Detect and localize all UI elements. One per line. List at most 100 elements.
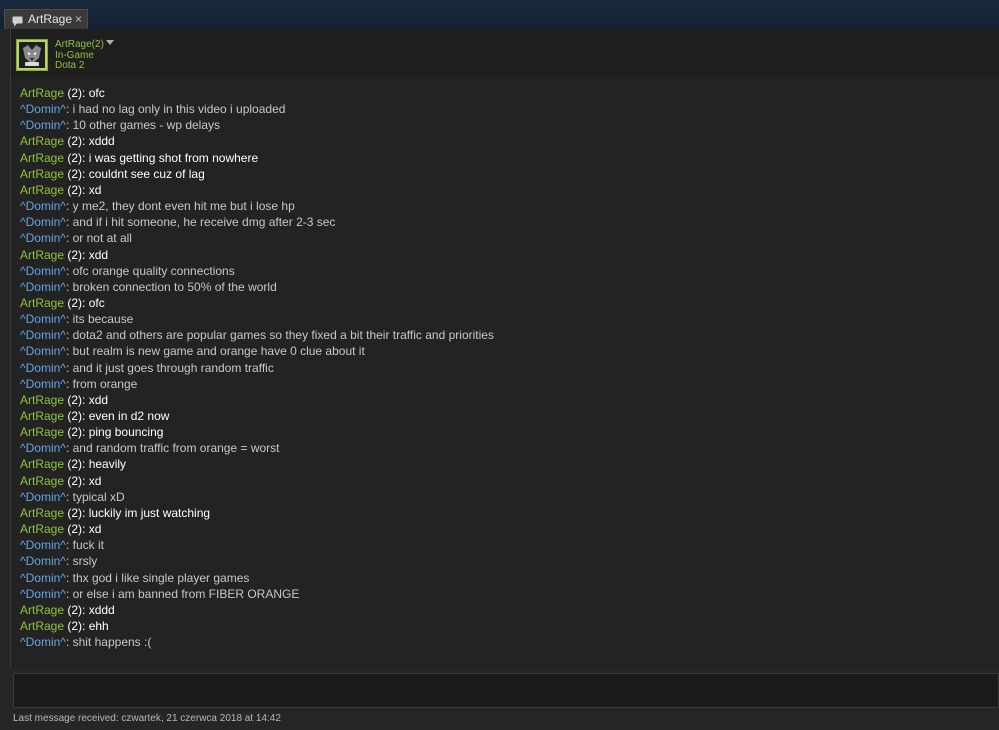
- message-sender[interactable]: ArtRage: [20, 457, 64, 471]
- message-sender[interactable]: ArtRage: [20, 393, 64, 407]
- message-text: xd: [88, 182, 102, 197]
- message-sender-suffix: (2):: [64, 618, 89, 633]
- message-text: xd: [88, 522, 102, 537]
- message-sender-suffix: :: [65, 215, 73, 230]
- chat-message: ^Domin^: 10 other games - wp delays: [20, 117, 220, 133]
- close-icon[interactable]: ×: [75, 10, 82, 28]
- chat-message: ^Domin^: and it just goes through random…: [20, 360, 274, 376]
- message-sender[interactable]: ^Domin^: [20, 118, 66, 132]
- message-sender[interactable]: ^Domin^: [20, 490, 66, 504]
- message-sender-suffix: :: [65, 586, 73, 601]
- message-sender[interactable]: ArtRage: [20, 425, 64, 439]
- chat-message: ArtRage (2): xdd: [20, 392, 108, 408]
- chat-message: ^Domin^: shit happens :(: [20, 634, 151, 650]
- chat-message: ArtRage (2): couldnt see cuz of lag: [20, 166, 205, 182]
- message-input[interactable]: [14, 674, 998, 707]
- chevron-down-icon[interactable]: [106, 40, 114, 45]
- message-sender[interactable]: ^Domin^: [20, 328, 66, 342]
- chat-bubble-icon: [12, 14, 23, 27]
- message-sender[interactable]: ^Domin^: [20, 231, 66, 245]
- message-sender-suffix: :: [65, 328, 73, 343]
- chat-message: ArtRage (2): ofc: [20, 295, 105, 311]
- message-sender-suffix: :: [65, 441, 73, 456]
- message-sender[interactable]: ArtRage: [20, 167, 64, 181]
- message-sender-suffix: (2):: [64, 166, 89, 181]
- message-sender-suffix: :: [65, 376, 73, 391]
- message-sender[interactable]: ^Domin^: [20, 571, 66, 585]
- message-sender[interactable]: ArtRage: [20, 474, 64, 488]
- message-sender[interactable]: ArtRage: [20, 183, 64, 197]
- message-sender-suffix: :: [65, 263, 73, 278]
- message-text: and it just goes through random traffic: [72, 360, 274, 375]
- message-sender[interactable]: ArtRage: [20, 151, 64, 165]
- message-text: and random traffic from orange = worst: [72, 441, 280, 456]
- message-sender-suffix: :: [65, 554, 73, 569]
- message-sender[interactable]: ArtRage: [20, 296, 64, 310]
- message-sender[interactable]: ArtRage: [20, 134, 64, 148]
- message-sender-suffix: (2):: [64, 522, 89, 537]
- message-input-box[interactable]: [13, 673, 999, 708]
- message-sender-suffix: (2):: [64, 473, 89, 488]
- chat-message: ^Domin^: thx god i like single player ga…: [20, 570, 249, 586]
- message-text: typical xD: [72, 489, 125, 504]
- message-sender-suffix: :: [65, 538, 73, 553]
- friend-header: ArtRage(2) In-Game Dota 2: [11, 29, 999, 77]
- message-sender[interactable]: ^Domin^: [20, 635, 66, 649]
- message-sender-suffix: (2):: [64, 392, 89, 407]
- message-sender-suffix: :: [65, 231, 73, 246]
- chat-message: ^Domin^: its because: [20, 311, 133, 327]
- message-text: i had no lag only in this video i upload…: [72, 102, 286, 117]
- avatar[interactable]: [16, 39, 48, 71]
- chat-log[interactable]: ArtRage (2): ofc ^Domin^: i had no lag on…: [11, 77, 999, 669]
- message-sender[interactable]: ^Domin^: [20, 280, 66, 294]
- message-text: couldnt see cuz of lag: [88, 166, 205, 181]
- chat-message: ArtRage (2): heavily: [20, 456, 126, 472]
- message-sender[interactable]: ^Domin^: [20, 554, 66, 568]
- message-text: y me2, they dont even hit me but i lose …: [72, 199, 295, 214]
- message-sender-suffix: :: [65, 199, 73, 214]
- chat-message: ^Domin^: and random traffic from orange …: [20, 440, 280, 456]
- friend-name[interactable]: ArtRage(2): [55, 39, 104, 50]
- message-sender[interactable]: ^Domin^: [20, 312, 66, 326]
- message-sender[interactable]: ^Domin^: [20, 377, 66, 391]
- message-sender[interactable]: ^Domin^: [20, 538, 66, 552]
- message-text: from orange: [72, 376, 138, 391]
- message-sender[interactable]: ^Domin^: [20, 264, 66, 278]
- message-sender-suffix: (2):: [64, 409, 89, 423]
- message-text: thx god i like single player games: [72, 570, 250, 585]
- message-sender[interactable]: ^Domin^: [20, 199, 66, 213]
- message-sender-suffix: (2):: [64, 505, 89, 520]
- message-sender-suffix: (2):: [64, 86, 89, 100]
- message-sender[interactable]: ^Domin^: [20, 102, 66, 116]
- message-sender[interactable]: ArtRage: [20, 248, 64, 262]
- message-sender[interactable]: ArtRage: [20, 409, 64, 423]
- message-sender[interactable]: ArtRage: [20, 603, 64, 617]
- message-sender[interactable]: ArtRage: [20, 619, 64, 633]
- chat-message: ArtRage (2): even in d2 now: [20, 408, 169, 424]
- message-sender[interactable]: ^Domin^: [20, 344, 66, 358]
- message-sender[interactable]: ^Domin^: [20, 361, 66, 375]
- message-sender-suffix: (2):: [64, 425, 89, 440]
- message-text: luckily im just watching: [88, 505, 211, 520]
- friend-game: Dota 2: [55, 60, 85, 71]
- chat-message: ArtRage (2): xd: [20, 521, 101, 537]
- message-text: ehh: [88, 618, 109, 633]
- message-text: dota2 and others are popular games so th…: [72, 328, 494, 343]
- chat-message: ^Domin^: or else i am banned from FIBER …: [20, 586, 299, 602]
- chat-message: ArtRage (2): i was getting shot from now…: [20, 150, 258, 166]
- message-sender[interactable]: ^Domin^: [20, 215, 66, 229]
- message-sender[interactable]: ^Domin^: [20, 587, 66, 601]
- chat-message: ^Domin^: dota2 and others are popular ga…: [20, 327, 494, 343]
- message-sender-suffix: :: [65, 635, 73, 650]
- message-sender[interactable]: ArtRage: [20, 506, 64, 520]
- message-sender[interactable]: ArtRage: [20, 86, 64, 100]
- message-text: or else i am banned from FIBER ORANGE: [72, 586, 300, 601]
- wolf-avatar-icon: [19, 42, 45, 68]
- message-sender-suffix: (2):: [64, 602, 89, 617]
- message-sender[interactable]: ^Domin^: [20, 441, 66, 455]
- message-sender-suffix: (2):: [64, 182, 89, 197]
- window-titlebar: ArtRage ×: [0, 0, 999, 29]
- tab-artrage[interactable]: ArtRage ×: [4, 9, 88, 29]
- message-sender-suffix: :: [65, 489, 73, 504]
- message-sender[interactable]: ArtRage: [20, 522, 64, 536]
